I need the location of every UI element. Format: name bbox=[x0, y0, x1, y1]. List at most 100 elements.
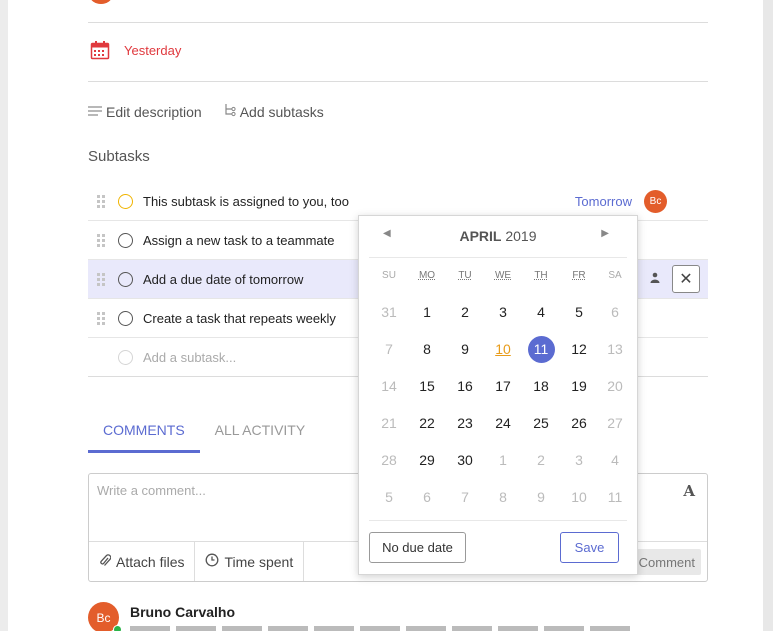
add-subtask-input[interactable]: Add a subtask... bbox=[143, 350, 236, 365]
calendar-day[interactable]: 30 bbox=[446, 448, 484, 485]
calendar-day-number: 24 bbox=[495, 415, 511, 431]
calendar-day[interactable]: 8 bbox=[484, 485, 522, 522]
activity-tabs: COMMENTS ALL ACTIVITY bbox=[88, 418, 320, 453]
calendar-day-number: 2 bbox=[461, 304, 469, 320]
drag-handle-icon[interactable] bbox=[97, 272, 107, 286]
attach-files-label: Attach files bbox=[116, 553, 185, 570]
calendar-day[interactable]: 1 bbox=[408, 300, 446, 337]
weekday-label: TH bbox=[534, 270, 548, 281]
drag-handle-icon[interactable] bbox=[97, 194, 107, 208]
calendar-day[interactable]: 18 bbox=[522, 374, 560, 411]
subtask-checkbox[interactable] bbox=[118, 271, 133, 287]
due-date-row[interactable]: Yesterday bbox=[90, 40, 181, 60]
subtask-checkbox[interactable] bbox=[118, 193, 133, 209]
save-button[interactable]: Save bbox=[560, 532, 619, 563]
time-spent-button[interactable]: Time spent bbox=[195, 542, 305, 581]
edit-description-label: Edit description bbox=[106, 103, 202, 120]
calendar-day[interactable]: 29 bbox=[408, 448, 446, 485]
calendar-day[interactable]: 27 bbox=[598, 411, 632, 448]
calendar-day[interactable]: 15 bbox=[408, 374, 446, 411]
subtask-checkbox[interactable] bbox=[118, 232, 133, 248]
calendar-day[interactable]: 5 bbox=[560, 300, 598, 337]
person-icon[interactable] bbox=[650, 272, 660, 286]
calendar-day[interactable]: 1 bbox=[484, 448, 522, 485]
text-format-icon[interactable]: A bbox=[683, 482, 695, 500]
calendar-day[interactable]: 17 bbox=[484, 374, 522, 411]
calendar-day[interactable]: 3 bbox=[484, 300, 522, 337]
calendar-day[interactable]: 10 bbox=[484, 337, 522, 374]
calendar-day[interactable]: 31 bbox=[370, 300, 408, 337]
calendar-day[interactable]: 8 bbox=[408, 337, 446, 374]
calendar-day[interactable]: 14 bbox=[370, 374, 408, 411]
comment-input[interactable]: Write a comment... bbox=[97, 483, 206, 498]
tab-comments[interactable]: COMMENTS bbox=[88, 418, 200, 453]
edit-description-button[interactable]: Edit description bbox=[88, 103, 202, 120]
attach-files-button[interactable]: Attach files bbox=[89, 542, 196, 581]
subtask-checkbox[interactable] bbox=[118, 310, 133, 326]
subtask-assignee-avatar[interactable]: Bc bbox=[644, 189, 667, 213]
calendar-day[interactable]: 9 bbox=[446, 337, 484, 374]
drag-handle-icon[interactable] bbox=[97, 311, 107, 325]
next-month-icon[interactable]: ▶ bbox=[601, 228, 609, 239]
calendar-day[interactable]: 3 bbox=[560, 448, 598, 485]
close-icon[interactable]: ✕ bbox=[672, 265, 700, 293]
calendar-day[interactable]: 5 bbox=[370, 485, 408, 522]
calendar-day-number: 22 bbox=[419, 415, 435, 431]
background-left bbox=[0, 0, 8, 631]
subtask-title[interactable]: Create a task that repeats weekly bbox=[143, 311, 336, 326]
calendar-day[interactable]: 28 bbox=[370, 448, 408, 485]
calendar-day[interactable]: 25 bbox=[522, 411, 560, 448]
calendar-day-number: 13 bbox=[607, 341, 623, 357]
calendar-day[interactable]: 21 bbox=[370, 411, 408, 448]
calendar-day[interactable]: 4 bbox=[598, 448, 632, 485]
calendar-day[interactable]: 11 bbox=[598, 485, 632, 522]
calendar-day-number: 8 bbox=[499, 489, 507, 505]
subtask-title[interactable]: This subtask is assigned to you, too bbox=[143, 194, 349, 209]
calendar-day[interactable]: 9 bbox=[522, 485, 560, 522]
add-subtasks-label: Add subtasks bbox=[239, 103, 324, 120]
calendar-day[interactable]: 12 bbox=[560, 337, 598, 374]
drag-handle-icon[interactable] bbox=[97, 233, 107, 247]
background-right bbox=[763, 0, 773, 631]
calendar-day-number: 4 bbox=[611, 452, 619, 468]
calendar-day[interactable]: 10 bbox=[560, 485, 598, 522]
calendar-day[interactable]: 6 bbox=[408, 485, 446, 522]
calendar-day-number: 30 bbox=[457, 452, 473, 468]
tab-all-activity[interactable]: ALL ACTIVITY bbox=[200, 418, 321, 453]
assignee-avatar[interactable] bbox=[90, 0, 112, 4]
calendar-day[interactable]: 11 bbox=[522, 336, 560, 374]
calendar-day[interactable]: 2 bbox=[522, 448, 560, 485]
calendar-day[interactable]: 23 bbox=[446, 411, 484, 448]
calendar-day[interactable]: 24 bbox=[484, 411, 522, 448]
calendar-day-number: 7 bbox=[461, 489, 469, 505]
weekday-label: WE bbox=[494, 270, 512, 281]
calendar-day-number: 28 bbox=[381, 452, 397, 468]
comment-text-cutoff bbox=[130, 626, 630, 631]
calendar-day[interactable]: 7 bbox=[370, 337, 408, 374]
calendar-day-number: 4 bbox=[537, 304, 545, 320]
no-due-date-button[interactable]: No due date bbox=[369, 532, 466, 563]
calendar-day[interactable]: 22 bbox=[408, 411, 446, 448]
calendar-day[interactable]: 4 bbox=[522, 300, 560, 337]
calendar-day-number: 9 bbox=[461, 341, 469, 357]
calendar-day[interactable]: 19 bbox=[560, 374, 598, 411]
calendar-day-number: 1 bbox=[423, 304, 431, 320]
calendar-day[interactable]: 26 bbox=[560, 411, 598, 448]
calendar-day[interactable]: 2 bbox=[446, 300, 484, 337]
calendar-day[interactable]: 13 bbox=[598, 337, 632, 374]
calendar-day-number: 6 bbox=[423, 489, 431, 505]
calendar-day-number: 11 bbox=[607, 489, 623, 505]
calendar-day[interactable]: 20 bbox=[598, 374, 632, 411]
add-subtasks-button[interactable]: Add subtasks bbox=[224, 103, 324, 120]
calendar-day[interactable]: 16 bbox=[446, 374, 484, 411]
subtask-title[interactable]: Add a due date of tomorrow bbox=[143, 272, 303, 287]
calendar-day-number: 11 bbox=[527, 336, 555, 363]
calendar-day-number: 12 bbox=[571, 341, 587, 357]
subtask-due-date[interactable]: Tomorrow bbox=[575, 194, 632, 209]
weekday-label: MO bbox=[418, 270, 436, 281]
comment-submit-button[interactable]: Comment bbox=[637, 549, 701, 575]
calendar-day[interactable]: 7 bbox=[446, 485, 484, 522]
calendar-day-number: 29 bbox=[419, 452, 435, 468]
subtask-title[interactable]: Assign a new task to a teammate bbox=[143, 233, 334, 248]
calendar-day[interactable]: 6 bbox=[598, 300, 632, 337]
